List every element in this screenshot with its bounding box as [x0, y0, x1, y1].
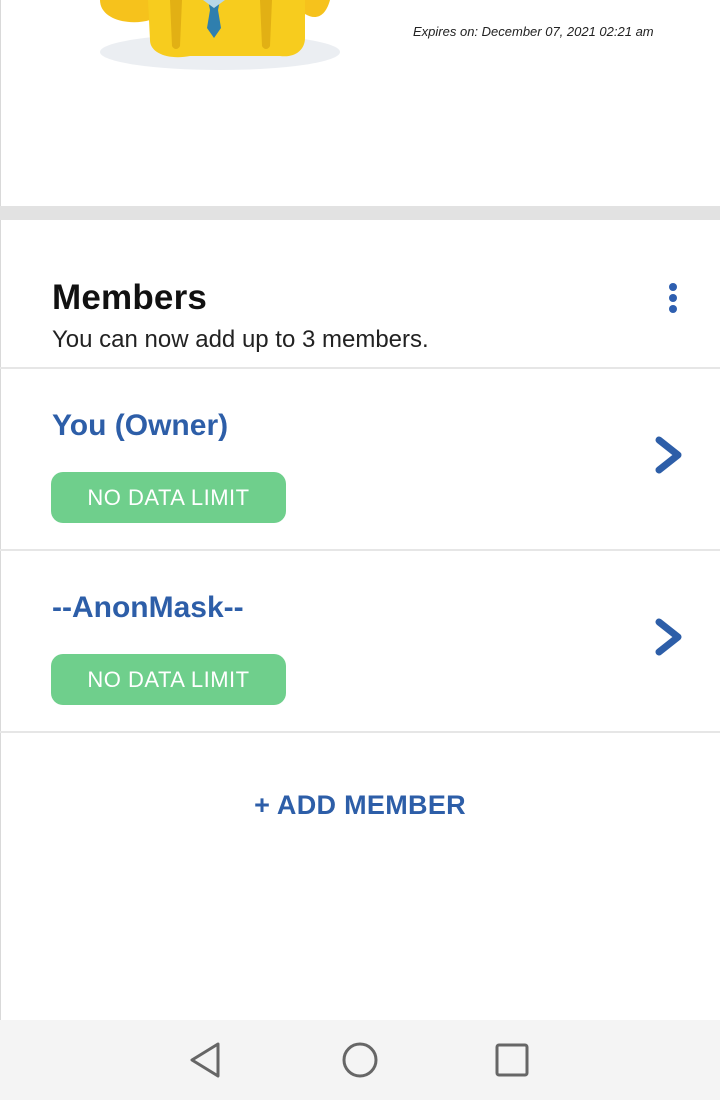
circle-home-icon[interactable]: [338, 1038, 382, 1082]
member-name: --AnonMask--: [52, 591, 244, 624]
triangle-back-icon[interactable]: [184, 1038, 228, 1082]
data-limit-badge: NO DATA LIMIT: [51, 654, 286, 705]
members-title: Members: [52, 278, 208, 317]
system-nav-bar: [0, 1020, 720, 1100]
expiry-date-text: Expires on: December 07, 2021 02:21 am: [413, 24, 654, 39]
section-divider: [0, 206, 720, 220]
member-row-anonmask[interactable]: --AnonMask-- NO DATA LIMIT: [0, 551, 720, 731]
data-limit-badge: NO DATA LIMIT: [51, 472, 286, 523]
member-row-owner[interactable]: You (Owner) NO DATA LIMIT: [0, 369, 720, 549]
chevron-right-icon[interactable]: [652, 435, 686, 475]
member-name: You (Owner): [52, 409, 229, 442]
square-recents-icon[interactable]: [490, 1038, 534, 1082]
mascot-illustration: [100, 0, 340, 70]
plan-card: Expires on: December 07, 2021 02:21 am: [0, 0, 720, 206]
members-header: Members You can now add up to 3 members.: [0, 220, 720, 368]
members-subtitle: You can now add up to 3 members.: [52, 326, 429, 353]
chevron-right-icon[interactable]: [652, 617, 686, 657]
screen: Expires on: December 07, 2021 02:21 am M…: [0, 0, 720, 1100]
divider-line: [0, 731, 720, 733]
add-member-button[interactable]: + ADD MEMBER: [0, 790, 720, 821]
more-vertical-icon[interactable]: [660, 278, 686, 318]
